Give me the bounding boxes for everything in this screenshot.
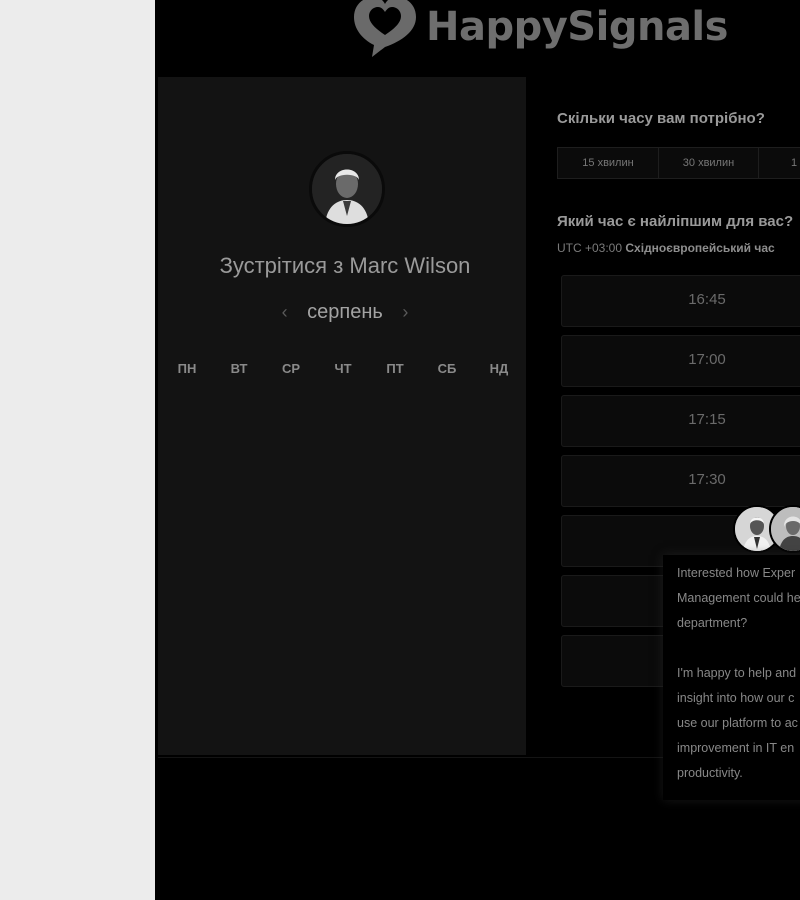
- heart-chat-icon: [352, 0, 418, 57]
- chat-message-card[interactable]: Interested how Exper Management could he…: [663, 555, 800, 800]
- brand-logo[interactable]: HappySignals: [352, 0, 728, 58]
- duration-selector: 15 хвилин 30 хвилин 1: [557, 147, 800, 179]
- duration-option[interactable]: 15 хвилин: [558, 148, 659, 178]
- weekday-label: СБ: [437, 361, 457, 376]
- chat-line: insight into how our c: [677, 691, 795, 705]
- weekday-label: НД: [489, 361, 509, 376]
- chat-line: productivity.: [677, 766, 743, 780]
- chat-line: I'm happy to help and: [677, 666, 797, 680]
- time-slot[interactable]: 17:15: [561, 395, 800, 447]
- time-slot-label: 17:15: [688, 411, 726, 428]
- brand-name: HappySignals: [426, 4, 728, 50]
- current-month: серпень: [307, 301, 383, 323]
- duration-option[interactable]: 1: [759, 148, 800, 178]
- chevron-right-icon[interactable]: ›: [388, 302, 422, 322]
- time-slot-label: 16:45: [688, 291, 726, 308]
- chat-line: Interested how Exper: [677, 566, 796, 580]
- time-question: Який час є найліпшим для вас?: [557, 213, 794, 230]
- time-slot-label: 17:00: [688, 351, 726, 368]
- time-slot[interactable]: 16:45: [561, 275, 800, 327]
- weekday-label: ВТ: [230, 361, 248, 376]
- weekday-label: ПН: [177, 361, 197, 376]
- booking-card: Зустрітися з Marc Wilson ‹ серпень › ПН …: [158, 77, 526, 755]
- month-navigator: ‹ серпень ›: [158, 301, 532, 324]
- host-avatar: [309, 151, 385, 227]
- time-slot[interactable]: 17:00: [561, 335, 800, 387]
- weekday-label: ПТ: [386, 361, 404, 376]
- chat-line: improvement in IT en: [677, 741, 795, 755]
- timezone-offset: UTC +03:00: [557, 241, 623, 255]
- duration-question: Скільки часу вам потрібно?: [557, 110, 765, 127]
- host-name: Marc Wilson: [349, 253, 471, 278]
- time-slot-label: 17:30: [688, 471, 726, 488]
- chat-line: use our platform to ac: [677, 716, 798, 730]
- weekday-label: ЧТ: [334, 361, 352, 376]
- meet-title: Зустрітися з Marc Wilson: [158, 253, 532, 279]
- weekday-header: ПН ВТ СР ЧТ ПТ СБ НД: [158, 361, 526, 381]
- chat-line: Management could he: [677, 591, 800, 605]
- meet-prefix: Зустрітися з: [219, 253, 344, 278]
- chevron-left-icon[interactable]: ‹: [268, 302, 302, 322]
- timezone-name: Східноєвропейський час: [625, 241, 775, 255]
- chat-line: department?: [677, 616, 748, 630]
- weekday-label: СР: [281, 361, 301, 376]
- time-slot[interactable]: 17:30: [561, 455, 800, 507]
- timezone-label[interactable]: UTC +03:00 Східноєвропейський час: [557, 241, 775, 255]
- duration-option[interactable]: 30 хвилин: [659, 148, 759, 178]
- chat-message: Interested how Exper Management could he…: [677, 561, 800, 786]
